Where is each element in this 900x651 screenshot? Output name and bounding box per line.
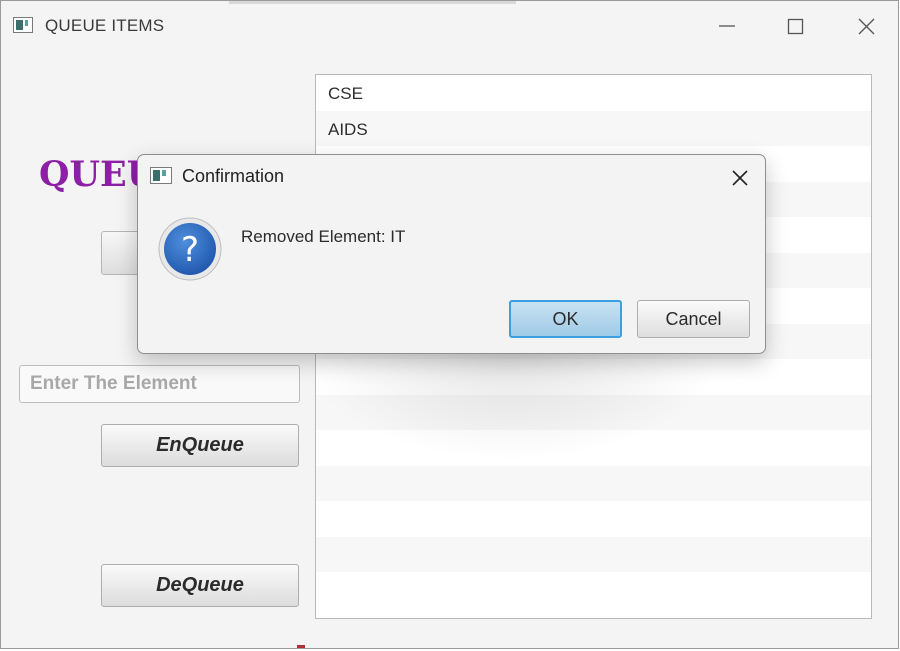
list-item[interactable]	[316, 465, 871, 501]
maximize-button[interactable]	[778, 11, 812, 41]
bottom-edge-mark	[297, 645, 305, 648]
dialog-title: Confirmation	[182, 166, 285, 186]
close-icon	[858, 18, 875, 35]
title-bar: QUEUE ITEMS	[1, 1, 898, 49]
list-item[interactable]: CSE	[316, 75, 871, 111]
list-item[interactable]	[316, 536, 871, 572]
dialog-app-icon	[150, 167, 172, 184]
dialog-message: Removed Element: IT	[241, 227, 406, 246]
list-item[interactable]	[316, 430, 871, 466]
dequeue-button[interactable]: DeQueue	[101, 564, 299, 607]
app-icon	[13, 17, 33, 33]
dialog-close-button[interactable]	[727, 165, 753, 191]
question-icon: ?	[158, 217, 222, 281]
ok-button[interactable]: OK	[509, 300, 622, 338]
list-item[interactable]	[316, 359, 871, 395]
svg-text:?: ?	[181, 230, 199, 270]
list-item[interactable]	[316, 394, 871, 430]
close-icon	[732, 170, 748, 186]
list-item[interactable]	[316, 501, 871, 537]
cancel-button[interactable]: Cancel	[637, 300, 750, 338]
confirmation-dialog: Confirmation ? Removed Element: IT OK Ca…	[137, 154, 766, 354]
minimize-icon	[719, 25, 735, 27]
list-item[interactable]	[316, 572, 871, 608]
maximize-icon	[787, 18, 804, 35]
close-button[interactable]	[850, 11, 884, 41]
main-window: QUEUE ITEMS QUEU EnQueue DeQueue CSE AID…	[0, 0, 899, 649]
element-input[interactable]	[19, 365, 300, 403]
window-title: QUEUE ITEMS	[45, 16, 165, 35]
enqueue-button[interactable]: EnQueue	[101, 424, 299, 467]
minimize-button[interactable]	[710, 11, 744, 41]
list-item[interactable]: AIDS	[316, 110, 871, 146]
